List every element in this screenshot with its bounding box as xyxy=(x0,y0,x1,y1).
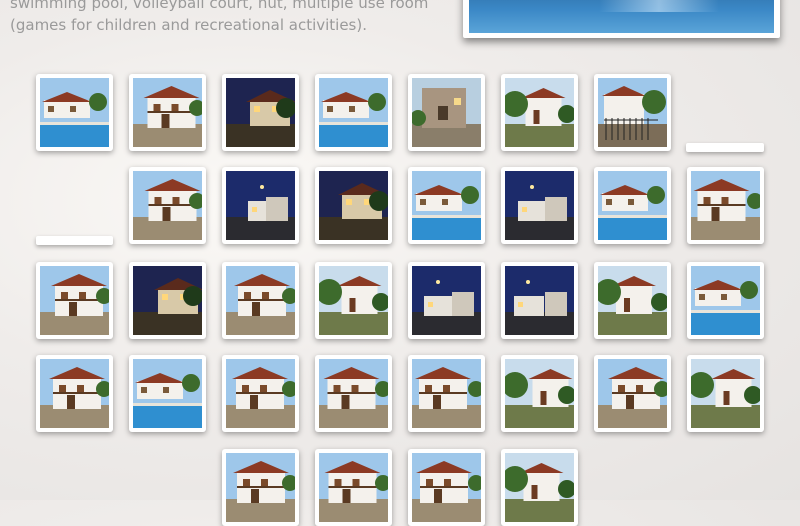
thumbnail-photo xyxy=(133,266,202,335)
thumbnail-photo xyxy=(412,78,481,147)
gallery-thumbnail-pool-umbrella[interactable] xyxy=(315,74,392,151)
thumbnail-photo xyxy=(319,453,388,522)
thumbnail-photo xyxy=(226,359,295,428)
gallery-thumbnail-gate-house[interactable] xyxy=(594,74,671,151)
thumbnail-photo xyxy=(412,359,481,428)
thumbnail-photo xyxy=(412,453,481,522)
thumbnail-photo xyxy=(505,453,574,522)
featured-pool-image xyxy=(469,0,774,33)
gallery-thumbnail-white-house-2[interactable] xyxy=(687,167,764,244)
thumbnail-photo xyxy=(505,171,574,240)
thumbnail-photo xyxy=(133,78,202,147)
gallery-thumbnail-street-night-2[interactable] xyxy=(408,262,485,339)
gallery-thumbnail-garden-night[interactable] xyxy=(315,167,392,244)
gallery-placeholder-bar xyxy=(686,143,764,152)
thumbnail-photo xyxy=(40,266,109,335)
gallery-thumbnail-garden-path-1[interactable] xyxy=(501,74,578,151)
thumbnail-photo xyxy=(319,266,388,335)
thumbnail-photo xyxy=(505,78,574,147)
gallery-thumbnail-house-row-3[interactable] xyxy=(408,449,485,526)
gallery-thumbnail-porch-night[interactable] xyxy=(129,262,206,339)
thumbnail-photo xyxy=(598,266,667,335)
thumbnail-photo xyxy=(412,266,481,335)
thumbnail-photo xyxy=(319,171,388,240)
thumbnail-photo xyxy=(691,171,760,240)
gallery-thumbnail-pool-day-1[interactable] xyxy=(36,74,113,151)
gallery-thumbnail-facade-night-1[interactable] xyxy=(222,74,299,151)
thumbnail-photo xyxy=(598,359,667,428)
thumbnail-photo xyxy=(505,266,574,335)
thumbnail-photo xyxy=(319,359,388,428)
gallery-thumbnail-palm-road[interactable] xyxy=(687,355,764,432)
gallery-thumbnail-patio-sign[interactable] xyxy=(594,262,671,339)
thumbnail-photo xyxy=(226,171,295,240)
thumbnail-photo xyxy=(226,78,295,147)
gallery-thumbnail-balcony-house[interactable] xyxy=(315,262,392,339)
gallery-thumbnail-pool-chairs[interactable] xyxy=(687,262,764,339)
gallery-thumbnail-street-night-3[interactable] xyxy=(501,262,578,339)
gallery-thumbnail-street-night-1[interactable] xyxy=(222,167,299,244)
gallery-thumbnail-pool-balcony[interactable] xyxy=(222,355,299,432)
gallery-thumbnail-pool-loungers[interactable] xyxy=(408,167,485,244)
thumbnail-photo xyxy=(133,171,202,240)
thumbnail-photo xyxy=(505,359,574,428)
thumbnail-photo xyxy=(133,359,202,428)
thumbnail-photo xyxy=(319,78,388,147)
gallery-thumbnail-stairs-house[interactable] xyxy=(222,262,299,339)
thumbnail-photo xyxy=(40,78,109,147)
gallery-thumbnail-pool-day-2[interactable] xyxy=(129,355,206,432)
gallery-thumbnail-house-row-2[interactable] xyxy=(315,449,392,526)
gallery-thumbnail-house-row-4[interactable] xyxy=(501,449,578,526)
gallery-placeholder-bar xyxy=(36,236,113,245)
thumbnail-photo xyxy=(412,171,481,240)
gallery-thumbnail-stairs-red[interactable] xyxy=(408,355,485,432)
gallery-thumbnail-white-house-1[interactable] xyxy=(129,167,206,244)
gallery-thumbnail-house-row-1[interactable] xyxy=(222,449,299,526)
gallery-thumbnail-house-trees[interactable] xyxy=(501,355,578,432)
thumbnail-photo xyxy=(598,78,667,147)
gallery-thumbnail-fence-house[interactable] xyxy=(315,355,392,432)
thumbnail-photo xyxy=(691,359,760,428)
thumbnail-photo xyxy=(40,359,109,428)
gallery-thumbnail-courtyard-1[interactable] xyxy=(594,355,671,432)
gallery-thumbnail-pool-dusk-1[interactable] xyxy=(129,74,206,151)
featured-photo[interactable] xyxy=(463,0,780,38)
gallery-thumbnail-house-dusk-1[interactable] xyxy=(36,262,113,339)
gallery-thumbnail-stone-house[interactable] xyxy=(408,74,485,151)
gallery-thumbnail-pool-night[interactable] xyxy=(501,167,578,244)
thumbnail-photo xyxy=(226,266,295,335)
intro-text: swimming pool, volleyball court, hut, mu… xyxy=(10,0,429,34)
gallery-thumbnail-lawn-house[interactable] xyxy=(36,355,113,432)
thumbnail-photo xyxy=(226,453,295,522)
gallery-thumbnail-pool-terrace[interactable] xyxy=(594,167,671,244)
thumbnail-photo xyxy=(691,266,760,335)
thumbnail-photo xyxy=(598,171,667,240)
